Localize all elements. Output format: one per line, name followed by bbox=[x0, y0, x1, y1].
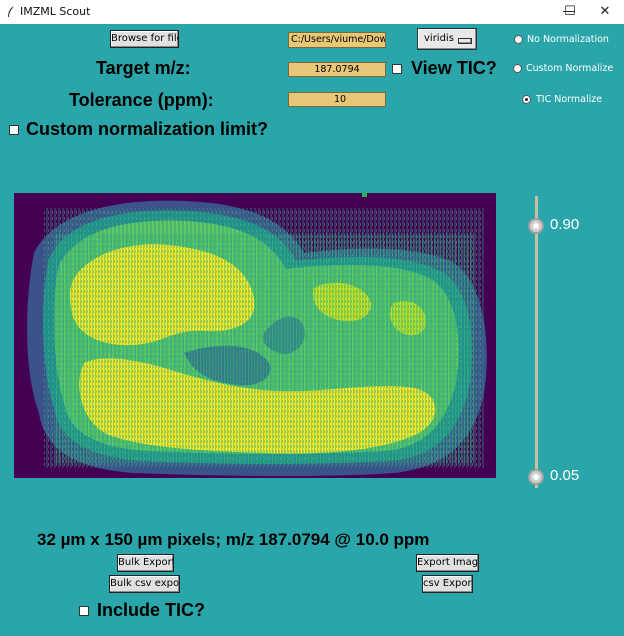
upper-slider-knob[interactable] bbox=[528, 218, 544, 234]
tolerance-label: Tolerance (ppm): bbox=[69, 90, 214, 110]
include-tic-checkbox[interactable] bbox=[79, 606, 89, 616]
custom-norm-limit-checkbox[interactable] bbox=[9, 125, 19, 135]
maximize-button[interactable]: ☐ bbox=[553, 0, 587, 24]
csv-export-button[interactable]: csv Export bbox=[422, 575, 473, 593]
lower-slider-value: 0.05 bbox=[550, 467, 580, 484]
minimize-button-2[interactable] bbox=[520, 0, 554, 24]
image-info-text: 32 µm x 150 µm pixels; m/z 187.0794 @ 10… bbox=[37, 530, 430, 549]
target-mz-field[interactable]: 187.0794 bbox=[288, 62, 386, 77]
ion-image-heatmap[interactable] bbox=[14, 193, 496, 478]
colormap-select[interactable]: viridis bbox=[417, 28, 477, 50]
file-path-field[interactable]: C:/Users/viume/Downl bbox=[288, 32, 386, 48]
radio-label-tic-normalize: TIC Normalize bbox=[536, 94, 603, 105]
browse-file-button[interactable]: Browse for file bbox=[110, 30, 179, 48]
bulk-csv-export-button[interactable]: Bulk csv export bbox=[109, 575, 180, 593]
radio-label-no-normalization: No Normalization bbox=[527, 34, 609, 45]
view-tic-checkbox[interactable] bbox=[392, 64, 402, 74]
custom-norm-limit-label: Custom normalization limit? bbox=[26, 119, 269, 139]
window-title: IMZML Scout bbox=[20, 5, 91, 18]
ion-image-svg bbox=[14, 193, 496, 478]
feather-icon bbox=[8, 6, 14, 17]
export-image-button[interactable]: Export Image bbox=[416, 554, 479, 572]
radio-label-custom-normalize: Custom Normalize bbox=[526, 63, 614, 74]
view-tic-label: View TIC? bbox=[411, 58, 497, 78]
radio-tic-normalize[interactable] bbox=[522, 95, 531, 104]
radio-no-normalization[interactable] bbox=[514, 35, 523, 44]
radio-custom-normalize[interactable] bbox=[513, 64, 522, 73]
title-bar: IMZML Scout — ☐ ✕ bbox=[0, 0, 624, 24]
lower-slider-knob[interactable] bbox=[528, 469, 544, 485]
tolerance-field[interactable]: 10 bbox=[288, 92, 386, 107]
bulk-export-button[interactable]: Bulk Export bbox=[117, 554, 174, 572]
option-indicator-icon bbox=[458, 38, 472, 44]
upper-slider-value: 0.90 bbox=[550, 216, 580, 233]
colormap-value: viridis bbox=[424, 33, 454, 44]
target-mz-label: Target m/z: bbox=[96, 58, 191, 78]
include-tic-label: Include TIC? bbox=[97, 600, 205, 620]
close-button[interactable]: ✕ bbox=[588, 0, 622, 24]
range-slider-track[interactable] bbox=[535, 196, 538, 488]
